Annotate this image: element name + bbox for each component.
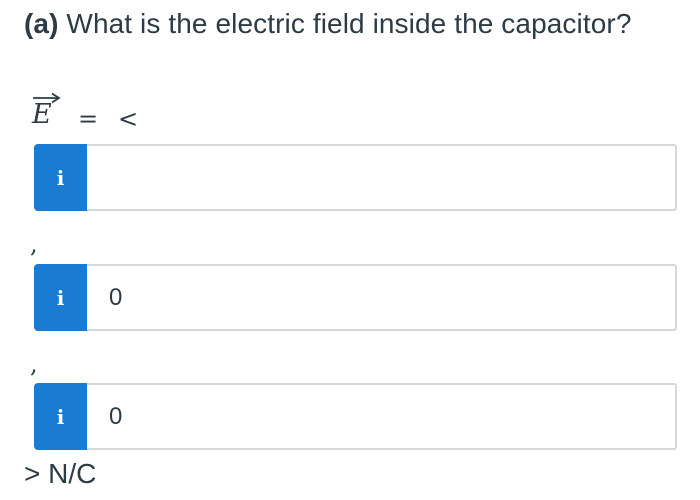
question-body: What is the electric field inside the ca… xyxy=(66,8,632,39)
component-separator: , xyxy=(30,350,38,378)
info-button[interactable]: i xyxy=(34,383,87,450)
equals-sign: = xyxy=(78,105,99,133)
equation-row: E = < xyxy=(30,92,230,136)
close-angle-bracket: > xyxy=(24,458,41,489)
open-angle-bracket: < xyxy=(118,105,139,133)
answer-x-row: i xyxy=(34,144,677,211)
component-separator: , xyxy=(30,230,38,258)
closing-units: > N/C xyxy=(24,454,96,494)
answer-y-input[interactable] xyxy=(87,264,677,331)
vector-letter: E xyxy=(32,99,52,130)
answer-x-input[interactable] xyxy=(87,144,677,211)
info-icon: i xyxy=(56,404,65,429)
answer-y-row: i xyxy=(34,264,677,331)
answer-z-input[interactable] xyxy=(87,383,677,450)
units-label: N/C xyxy=(48,458,97,489)
question-part-label: (a) xyxy=(24,8,59,39)
info-icon: i xyxy=(56,285,65,310)
info-icon: i xyxy=(56,165,65,190)
answer-z-row: i xyxy=(34,383,677,450)
question-text: (a) What is the electric field inside th… xyxy=(24,2,674,46)
info-button[interactable]: i xyxy=(34,144,87,211)
info-button[interactable]: i xyxy=(34,264,87,331)
vector-e-symbol: E xyxy=(30,92,64,136)
